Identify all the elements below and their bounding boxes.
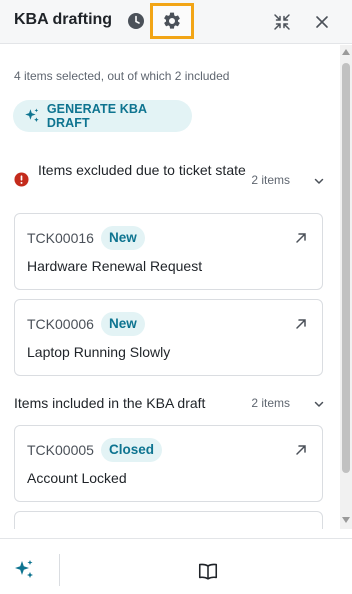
- status-badge: New: [101, 226, 145, 250]
- panel-title: KBA drafting: [14, 11, 113, 28]
- ticket-id: TCK00006: [27, 316, 94, 332]
- book-icon: [198, 563, 218, 580]
- clock-history-icon: [128, 13, 144, 29]
- collapse-arrows-icon: [274, 14, 290, 30]
- panel-header: KBA drafting: [0, 0, 352, 44]
- ticket-card[interactable]: TCK00006 New Laptop Running Slowly: [14, 299, 323, 376]
- included-section-title: Items included in the KBA draft: [14, 395, 206, 411]
- excluded-section-header[interactable]: Items excluded due to ticket state 2 ite…: [14, 155, 326, 203]
- gear-icon: [164, 12, 180, 29]
- included-section-header[interactable]: Items included in the KBA draft 2 items: [14, 393, 326, 415]
- included-items-count: 2 items: [251, 396, 290, 410]
- close-icon: [316, 16, 328, 28]
- excluded-section-title: Items excluded due to ticket state: [38, 162, 246, 178]
- ticket-id: TCK00016: [27, 230, 94, 246]
- ticket-title: Account Locked: [27, 470, 127, 486]
- panel-footer: [0, 538, 352, 594]
- generate-kba-draft-button[interactable]: GENERATE KBA DRAFT: [13, 100, 192, 132]
- ticket-card[interactable]: TCK00005 Closed Account Locked: [14, 425, 323, 502]
- selection-summary: 4 items selected, out of which 2 include…: [14, 69, 230, 83]
- ticket-title: Hardware Renewal Request: [27, 258, 203, 274]
- chevron-down-icon: [314, 178, 324, 184]
- ai-assist-button[interactable]: [12, 558, 36, 582]
- chevron-down-icon: [314, 401, 324, 407]
- ticket-card-partial[interactable]: [14, 511, 323, 529]
- excluded-items-count: 2 items: [251, 173, 290, 187]
- error-circle-icon: [14, 172, 29, 187]
- scroll-down-arrow-icon[interactable]: [342, 517, 350, 523]
- settings-button[interactable]: [150, 3, 194, 39]
- scroll-up-arrow-icon[interactable]: [342, 49, 350, 55]
- open-external-icon[interactable]: [294, 443, 308, 457]
- status-badge: New: [101, 312, 145, 336]
- history-button[interactable]: [126, 11, 146, 31]
- vertical-scrollbar[interactable]: [340, 45, 352, 529]
- collapse-button[interactable]: [270, 10, 294, 34]
- ticket-card[interactable]: TCK00016 New Hardware Renewal Request: [14, 213, 323, 290]
- open-external-icon[interactable]: [294, 317, 308, 331]
- ticket-id: TCK00005: [27, 442, 94, 458]
- ticket-title: Laptop Running Slowly: [27, 344, 171, 360]
- scrollbar-thumb[interactable]: [342, 63, 350, 473]
- panel-content: 4 items selected, out of which 2 include…: [0, 45, 340, 529]
- sparkles-icon: [25, 108, 39, 122]
- status-badge: Closed: [101, 438, 163, 462]
- footer-divider: [59, 554, 60, 586]
- open-external-icon[interactable]: [294, 231, 308, 245]
- sparkles-icon: [15, 560, 33, 578]
- close-button[interactable]: [310, 10, 334, 34]
- generate-button-label: GENERATE KBA DRAFT: [46, 102, 147, 130]
- knowledge-base-button[interactable]: [196, 559, 220, 583]
